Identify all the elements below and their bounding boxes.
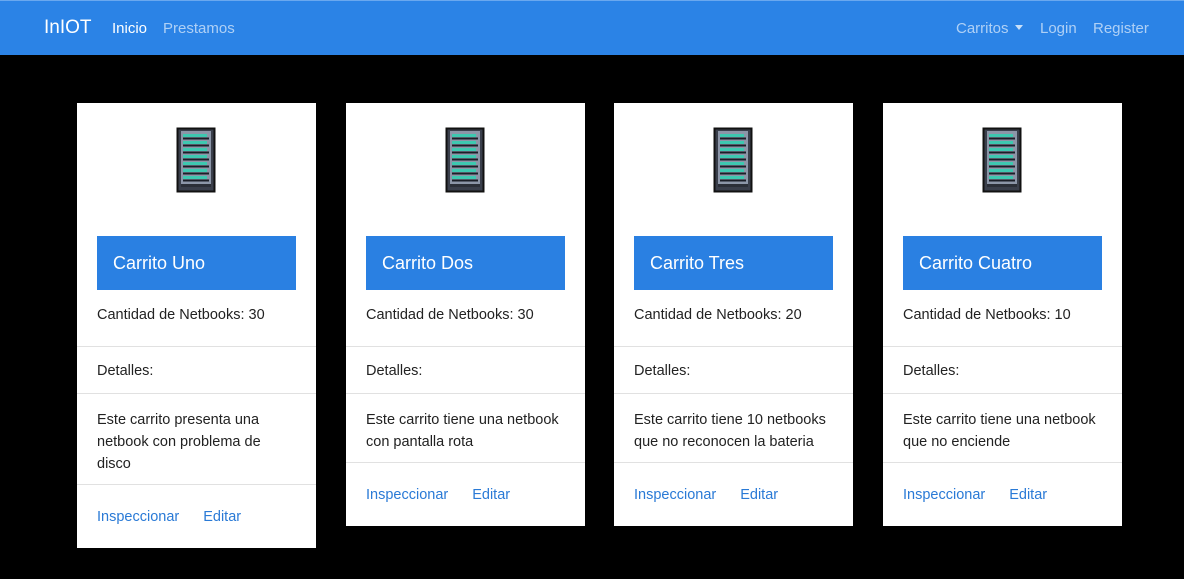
inspect-link[interactable]: Inspeccionar <box>903 487 985 503</box>
edit-link[interactable]: Editar <box>740 487 778 503</box>
card-footer: Inspeccionar Editar <box>883 463 1122 526</box>
edit-link[interactable]: Editar <box>472 487 510 503</box>
server-rack-icon <box>445 127 485 193</box>
server-rack-icon <box>982 127 1022 193</box>
card-quantity: Cantidad de Netbooks: 30 <box>97 307 265 323</box>
card-details-label: Detalles: <box>634 363 691 379</box>
edit-link[interactable]: Editar <box>203 509 241 525</box>
nav-register[interactable]: Register <box>1093 20 1149 37</box>
server-rack-icon <box>713 127 753 193</box>
card-title: Carrito Uno <box>97 236 296 290</box>
nav-carritos-label: Carritos <box>956 20 1009 37</box>
card-description: Este carrito presenta una netbook con pr… <box>97 412 261 472</box>
card-image <box>883 103 1122 208</box>
card-footer: Inspeccionar Editar <box>77 485 316 548</box>
top-navbar: InIOT Inicio Prestamos Carritos Login Re… <box>0 0 1184 55</box>
card-image <box>77 103 316 208</box>
edit-link[interactable]: Editar <box>1009 487 1047 503</box>
nav-inicio[interactable]: Inicio <box>112 20 147 37</box>
carrito-card: Carrito Dos Cantidad de Netbooks: 30 Det… <box>346 103 585 526</box>
card-title: Carrito Tres <box>634 236 833 290</box>
carrito-card: Carrito Uno Cantidad de Netbooks: 30 Det… <box>77 103 316 548</box>
carrito-card: Carrito Cuatro Cantidad de Netbooks: 10 … <box>883 103 1122 526</box>
card-quantity: Cantidad de Netbooks: 20 <box>634 307 802 323</box>
card-footer: Inspeccionar Editar <box>614 463 853 526</box>
card-footer: Inspeccionar Editar <box>346 463 585 526</box>
card-title: Carrito Cuatro <box>903 236 1102 290</box>
card-details-label: Detalles: <box>903 363 960 379</box>
card-details-label: Detalles: <box>366 363 423 379</box>
card-title: Carrito Dos <box>366 236 565 290</box>
card-details-label: Detalles: <box>97 363 154 379</box>
nav-prestamos[interactable]: Prestamos <box>163 20 235 37</box>
caret-down-icon <box>1014 25 1023 30</box>
inspect-link[interactable]: Inspeccionar <box>366 487 448 503</box>
nav-login[interactable]: Login <box>1040 20 1077 37</box>
card-description: Este carrito tiene 10 netbooks que no re… <box>634 412 826 450</box>
nav-carritos-dropdown[interactable]: Carritos <box>956 20 1023 37</box>
card-quantity: Cantidad de Netbooks: 10 <box>903 307 1071 323</box>
brand-logo[interactable]: InIOT <box>44 17 92 39</box>
server-rack-icon <box>176 127 216 193</box>
inspect-link[interactable]: Inspeccionar <box>97 509 179 525</box>
card-image <box>614 103 853 208</box>
card-description: Este carrito tiene una netbook con panta… <box>366 412 559 450</box>
carrito-card: Carrito Tres Cantidad de Netbooks: 20 De… <box>614 103 853 526</box>
inspect-link[interactable]: Inspeccionar <box>634 487 716 503</box>
card-quantity: Cantidad de Netbooks: 30 <box>366 307 534 323</box>
card-image <box>346 103 585 208</box>
card-description: Este carrito tiene una netbook que no en… <box>903 412 1096 450</box>
